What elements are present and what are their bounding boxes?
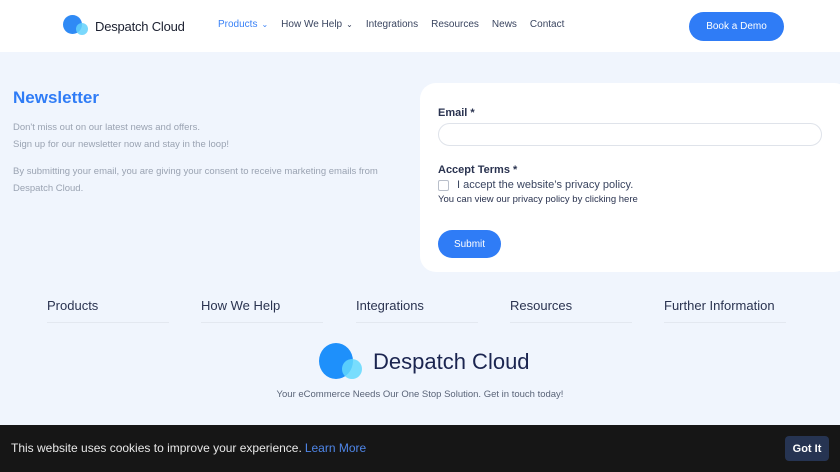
newsletter-form: Email * Accept Terms * I accept the webs… bbox=[420, 83, 840, 272]
book-demo-button[interactable]: Book a Demo bbox=[689, 12, 784, 41]
privacy-checkbox-label[interactable]: I accept the website’s privacy policy. bbox=[457, 179, 633, 191]
learn-more-link[interactable]: Learn More bbox=[305, 441, 366, 455]
chevron-down-icon: ⌄ bbox=[261, 20, 269, 29]
footer-col-integrations[interactable]: Integrations bbox=[356, 298, 478, 323]
footer-col-products[interactable]: Products bbox=[47, 298, 169, 323]
email-label: Email * bbox=[438, 107, 475, 119]
nav-news[interactable]: News bbox=[492, 19, 517, 30]
accept-terms-label: Accept Terms * bbox=[438, 164, 518, 176]
brand-name: Despatch Cloud bbox=[95, 18, 185, 34]
footer-tagline: Your eCommerce Needs Our One Stop Soluti… bbox=[276, 389, 564, 400]
email-field[interactable] bbox=[438, 123, 822, 146]
nav-contact[interactable]: Contact bbox=[530, 19, 564, 30]
cookie-banner: This website uses cookies to improve you… bbox=[0, 425, 840, 472]
site-header: Despatch Cloud Products ⌄ How We Help ⌄ In… bbox=[0, 0, 840, 52]
privacy-policy-link[interactable]: You can view our privacy policy by click… bbox=[438, 194, 638, 205]
footer-col-further-information[interactable]: Further Information bbox=[664, 298, 786, 323]
main-nav: Products ⌄ How We Help ⌄ Integrations Reso… bbox=[218, 19, 564, 30]
newsletter-consent: By submitting your email, you are giving… bbox=[13, 166, 378, 194]
brand-logo[interactable]: Despatch Cloud bbox=[63, 15, 185, 37]
footer-col-how-we-help[interactable]: How We Help bbox=[201, 298, 323, 323]
got-it-button[interactable]: Got It bbox=[785, 436, 829, 461]
submit-button[interactable]: Submit bbox=[438, 230, 501, 258]
footer-brand-name: Despatch Cloud bbox=[373, 349, 530, 374]
cookie-text-wrap: This website uses cookies to improve you… bbox=[11, 441, 366, 455]
footer-col-resources[interactable]: Resources bbox=[510, 298, 632, 323]
newsletter-line-1: Don't miss out on our latest news and of… bbox=[13, 122, 200, 133]
footer-logo[interactable]: Despatch Cloud bbox=[319, 343, 530, 381]
chevron-down-icon: ⌄ bbox=[346, 20, 353, 29]
nav-how-we-help[interactable]: How We Help ⌄ bbox=[281, 19, 353, 30]
logo-icon bbox=[319, 343, 365, 381]
newsletter-title: Newsletter bbox=[13, 88, 99, 107]
privacy-checkbox[interactable] bbox=[438, 180, 449, 191]
nav-integrations[interactable]: Integrations bbox=[366, 19, 418, 30]
newsletter-line-2: Sign up for our newsletter now and stay … bbox=[13, 139, 229, 150]
nav-resources[interactable]: Resources bbox=[431, 19, 479, 30]
cookie-text: This website uses cookies to improve you… bbox=[11, 441, 302, 455]
logo-icon bbox=[63, 15, 91, 37]
nav-products[interactable]: Products ⌄ bbox=[218, 19, 268, 30]
